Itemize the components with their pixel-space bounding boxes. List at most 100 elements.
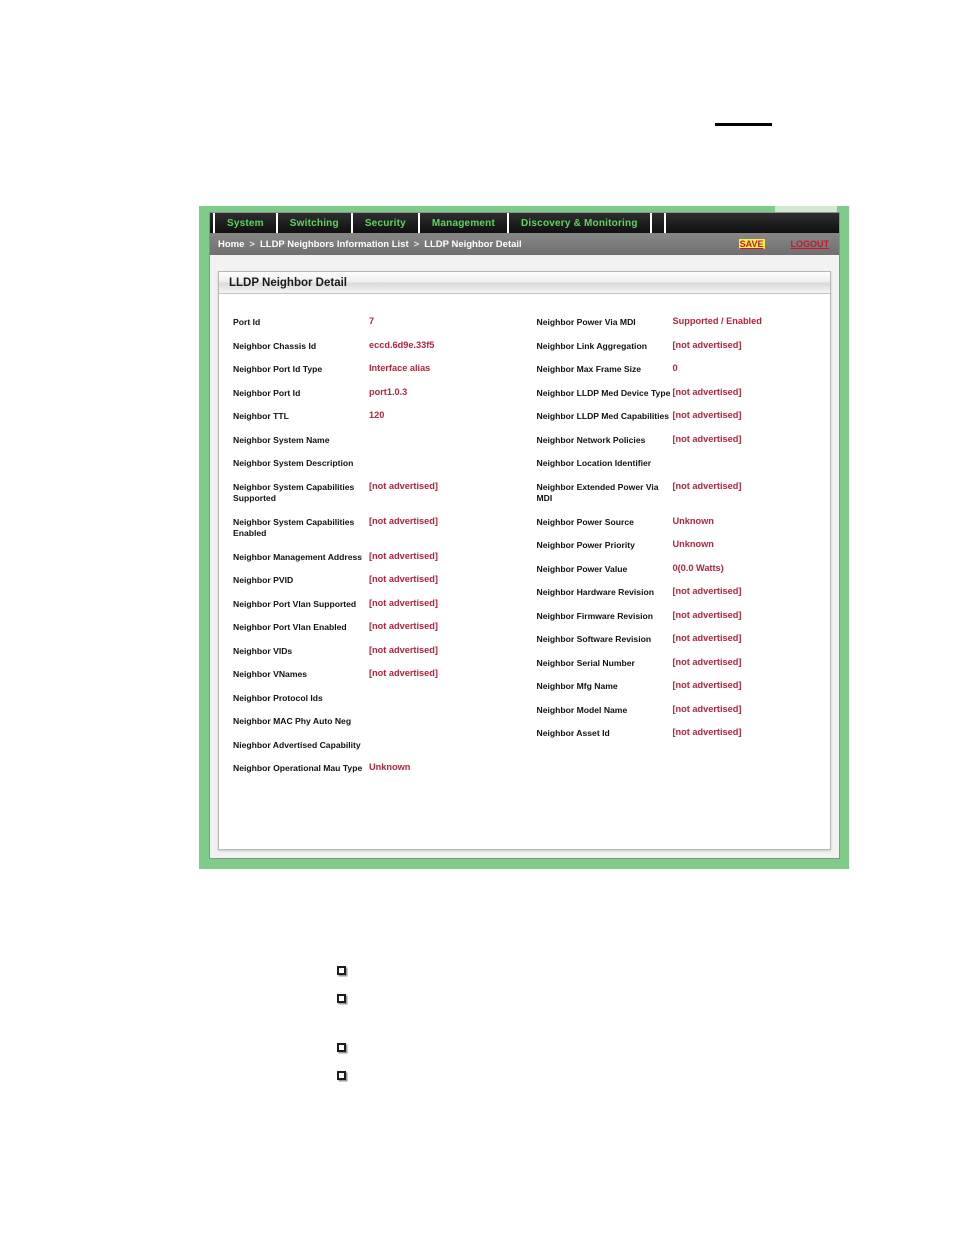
detail-label: Neighbor VNames	[233, 669, 308, 679]
detail-row-neighbor-pvid: Neighbor PVID [not advertised]	[233, 574, 521, 587]
detail-row-neighbor-mfg-name: Neighbor Mfg Name [not advertised]	[537, 680, 825, 693]
detail-row-neighbor-protocol-ids: Neighbor Protocol Ids	[233, 692, 521, 705]
detail-row-neighbor-management-address: Neighbor Management Address [not advertis…	[233, 551, 521, 564]
detail-label: Neighbor Power Value	[536, 563, 628, 574]
detail-label: Neighbor Location Identifier	[536, 458, 652, 468]
square-bullet-icon	[337, 1071, 346, 1080]
detail-label: Neighbor Port Id Type	[233, 364, 323, 374]
detail-value: [not advertised]	[369, 621, 438, 631]
detail-label: Neighbor Port Vlan Enabled	[233, 622, 347, 632]
detail-value: 120	[369, 410, 385, 420]
detail-label: Neighbor Operational Mau Type	[233, 763, 363, 773]
detail-label: Neighbor Chassis Id	[233, 340, 317, 351]
detail-label: Neighbor Link Aggregation	[536, 340, 647, 351]
detail-value: [not advertised]	[672, 727, 742, 737]
detail-row-neighbor-serial-number: Neighbor Serial Number [not advertised]	[537, 657, 825, 670]
logout-button[interactable]: LOGOUT	[791, 239, 830, 249]
detail-value: [not advertised]	[672, 609, 742, 620]
detail-value: 0	[672, 363, 678, 373]
content-card: LLDP Neighbor Detail Port Id 7 Neighbor Ch…	[218, 271, 831, 850]
detail-value: [not advertised]	[672, 680, 742, 690]
detail-row-neighbor-network-policies: Neighbor Network Policies [not advertised…	[537, 434, 825, 447]
application-window-frame: System Switching Security Management Dis…	[199, 206, 849, 869]
save-button[interactable]: SAVE	[738, 239, 765, 249]
nav-tab-label: Switching	[289, 217, 339, 229]
detail-row-neighbor-power-via-mdi: Neighbor Power Via MDI Supported / Enable…	[537, 316, 825, 329]
nav-tab-label: Discovery & Monitoring	[521, 217, 638, 229]
detail-row-neighbor-ttl: Neighbor TTL 120	[233, 410, 521, 423]
detail-label: Neighbor Extended Power Via MDI	[536, 481, 659, 504]
detail-label: Neighbor VIDs	[233, 645, 293, 656]
detail-label: Neighbor Protocol Ids	[233, 692, 323, 703]
detail-row-neighbor-port-vlan-supported: Neighbor Port Vlan Supported [not adverti…	[233, 598, 521, 611]
detail-row-neighbor-system-name: Neighbor System Name	[233, 434, 521, 447]
detail-value: [not advertised]	[369, 574, 438, 584]
detail-row-neighbor-vids: Neighbor VIDs [not advertised]	[233, 645, 521, 658]
detail-value: [not advertised]	[672, 586, 742, 596]
detail-label: Neighbor Port Id	[233, 387, 301, 398]
nav-tab-discovery-and-monitoring[interactable]: Discovery & Monitoring	[509, 213, 652, 233]
nav-tab-label: Security	[364, 217, 406, 229]
breadcrumb-item-lldp-neighbors-information-list[interactable]: LLDP Neighbors Information List	[260, 239, 409, 250]
detail-label: Neighbor LLDP Med Device Type	[536, 387, 671, 398]
detail-value: [not advertised]	[672, 703, 742, 714]
detail-label: Neighbor MAC Phy Auto Neg	[233, 716, 352, 726]
detail-value: [not advertised]	[369, 644, 438, 655]
top-horizontal-rule	[715, 123, 772, 126]
detail-value: Interface alias	[369, 363, 431, 373]
breadcrumb-item-home[interactable]: Home	[218, 239, 244, 250]
detail-row-neighbor-power-priority: Neighbor Power Priority Unknown	[537, 539, 825, 552]
nav-tabbar-filler	[652, 213, 666, 233]
detail-row-neighbor-extended-power-via-mdi: Neighbor Extended Power Via MDI [not adve…	[537, 481, 825, 505]
detail-value: Unknown	[672, 539, 714, 549]
detail-label: Neighbor Port Vlan Supported	[233, 598, 357, 609]
detail-row-neighbor-link-aggregation: Neighbor Link Aggregation [not advertised…	[537, 340, 825, 353]
detail-value: [not advertised]	[369, 597, 438, 608]
detail-row-neighbor-lldp-med-capabilities: Neighbor LLDP Med Capabilities [not adver…	[537, 410, 825, 423]
nav-tab-switching[interactable]: Switching	[278, 213, 353, 233]
square-bullet-icon	[337, 994, 346, 1003]
detail-row-nieghbor-advertised-capability: Nieghbor Advertised Capability	[233, 739, 521, 752]
nav-tab-security[interactable]: Security	[353, 213, 420, 233]
nav-tab-management[interactable]: Management	[420, 213, 510, 233]
detail-row-neighbor-power-value: Neighbor Power Value 0(0.0 Watts)	[537, 563, 825, 576]
detail-value: Unknown	[672, 515, 714, 526]
detail-column-right: Neighbor Power Via MDI Supported / Enable…	[521, 316, 825, 849]
breadcrumb-item-lldp-neighbor-detail: LLDP Neighbor Detail	[424, 238, 522, 250]
detail-label: Nieghbor Advertised Capability	[233, 739, 361, 750]
detail-value: Supported / Enabled	[672, 316, 762, 326]
detail-value: [not advertised]	[672, 339, 742, 350]
detail-label: Neighbor Network Policies	[536, 434, 646, 445]
detail-column-left: Port Id 7 Neighbor Chassis Id eccd.6d9e.33f…	[233, 316, 521, 849]
detail-row-neighbor-port-vlan-enabled: Neighbor Port Vlan Enabled [not advertise…	[233, 621, 521, 634]
detail-value: [not advertised]	[369, 668, 438, 678]
detail-label: Neighbor Serial Number	[536, 657, 635, 668]
nav-tab-system[interactable]: System	[213, 213, 278, 233]
detail-row-neighbor-lldp-med-device-type: Neighbor LLDP Med Device Type [not advert…	[537, 387, 825, 400]
detail-row-neighbor-location-identifier: Neighbor Location Identifier	[537, 457, 825, 470]
detail-value: [not advertised]	[672, 386, 742, 397]
detail-row-neighbor-hardware-revision: Neighbor Hardware Revision [not advertise…	[537, 586, 825, 599]
detail-value: 7	[369, 316, 375, 326]
detail-label: Neighbor Power Priority	[536, 540, 635, 550]
detail-value: [not advertised]	[369, 550, 438, 561]
detail-label: Neighbor System Capabilities Supported	[233, 481, 355, 504]
detail-value: port1.0.3	[369, 386, 408, 397]
detail-label: Port Id	[233, 317, 261, 327]
detail-label: Neighbor System Description	[233, 458, 354, 468]
detail-label: Neighbor Management Address	[233, 551, 363, 562]
breadcrumb-separator: >	[249, 238, 255, 250]
detail-row-neighbor-system-description: Neighbor System Description	[233, 457, 521, 470]
detail-label: Neighbor Power Via MDI	[536, 317, 636, 327]
detail-value: [not advertised]	[672, 656, 742, 667]
detail-label: Neighbor Firmware Revision	[536, 610, 654, 621]
application-window: System Switching Security Management Dis…	[209, 212, 840, 859]
detail-value: [not advertised]	[672, 433, 742, 444]
detail-row-neighbor-firmware-revision: Neighbor Firmware Revision [not advertise…	[537, 610, 825, 623]
detail-row-neighbor-software-revision: Neighbor Software Revision [not advertise…	[537, 633, 825, 646]
detail-label: Neighbor Mfg Name	[536, 681, 618, 691]
detail-value: 0(0.0 Watts)	[672, 562, 724, 573]
breadcrumb: Home > LLDP Neighbors Information List >…	[218, 239, 522, 250]
detail-row-port-id: Port Id 7	[233, 316, 521, 329]
detail-value: [not advertised]	[672, 633, 742, 643]
